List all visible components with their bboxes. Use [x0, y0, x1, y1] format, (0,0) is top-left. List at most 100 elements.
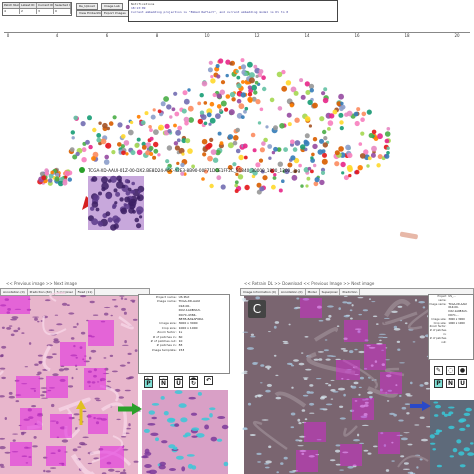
- embedding-point[interactable]: [371, 129, 377, 135]
- embedding-point[interactable]: [244, 184, 250, 191]
- embedding-point[interactable]: [235, 69, 239, 74]
- embedding-point[interactable]: [291, 174, 298, 181]
- predicted-patch[interactable]: [300, 298, 322, 318]
- embedding-point[interactable]: [386, 146, 390, 150]
- embedding-point[interactable]: [164, 123, 170, 129]
- embedding-point[interactable]: [303, 139, 308, 144]
- embedding-point[interactable]: [125, 124, 130, 130]
- embedding-point[interactable]: [259, 107, 264, 112]
- embedding-point[interactable]: [327, 127, 331, 131]
- embedding-point[interactable]: [271, 184, 276, 190]
- embedding-point[interactable]: [158, 124, 164, 131]
- embedding-point[interactable]: [209, 101, 215, 107]
- embedding-point[interactable]: [80, 121, 86, 127]
- predicted-patch[interactable]: [296, 450, 318, 472]
- embedding-point[interactable]: [184, 121, 189, 126]
- embedding-point[interactable]: [345, 144, 351, 151]
- embedding-point[interactable]: [240, 115, 245, 119]
- embedding-point[interactable]: [354, 120, 360, 127]
- embedding-point[interactable]: [236, 98, 242, 104]
- embedding-point[interactable]: [136, 149, 143, 156]
- embedding-point[interactable]: [273, 146, 278, 152]
- embedding-point[interactable]: [209, 117, 216, 124]
- embedding-point[interactable]: [292, 147, 298, 152]
- embedding-point[interactable]: [305, 184, 309, 188]
- embedding-point[interactable]: [310, 169, 314, 174]
- embedding-point[interactable]: [173, 91, 178, 96]
- embedding-point[interactable]: [160, 101, 166, 107]
- embedding-point[interactable]: [247, 92, 253, 97]
- embedding-point[interactable]: [183, 98, 190, 105]
- re-upload-button[interactable]: Re_Upload: [76, 3, 98, 10]
- embedding-point[interactable]: [227, 134, 234, 140]
- embedding-point[interactable]: [125, 152, 129, 156]
- embedding-point[interactable]: [108, 121, 114, 126]
- embedding-point[interactable]: [277, 161, 283, 167]
- embedding-point[interactable]: [88, 144, 93, 150]
- embedding-point[interactable]: [216, 175, 222, 181]
- embedding-point[interactable]: [273, 173, 277, 177]
- embedding-point[interactable]: [219, 141, 224, 146]
- embedding-point[interactable]: [62, 180, 68, 186]
- embedding-point[interactable]: [176, 138, 181, 143]
- embedding-point[interactable]: [244, 72, 248, 76]
- embedding-point[interactable]: [210, 75, 214, 79]
- embedding-point[interactable]: [367, 156, 372, 161]
- image-lab-button[interactable]: Image Lab: [101, 3, 123, 10]
- embedding-point[interactable]: [371, 145, 377, 152]
- embedding-point[interactable]: [39, 171, 45, 176]
- embedding-point[interactable]: [67, 177, 73, 182]
- embedding-point[interactable]: [100, 138, 107, 145]
- embedding-point[interactable]: [212, 92, 217, 98]
- embedding-point[interactable]: [149, 128, 153, 132]
- embedding-point[interactable]: [235, 148, 241, 154]
- embedding-point[interactable]: [320, 170, 326, 175]
- embedding-point[interactable]: [238, 103, 245, 110]
- embedding-point[interactable]: [71, 136, 75, 140]
- embedding-point[interactable]: [96, 133, 102, 138]
- embedding-point[interactable]: [111, 150, 116, 155]
- embedding-point[interactable]: [255, 99, 261, 105]
- embedding-point[interactable]: [257, 121, 262, 125]
- embedding-point[interactable]: [253, 64, 258, 69]
- embedding-point[interactable]: [242, 143, 248, 149]
- embedding-point[interactable]: [268, 156, 272, 160]
- embedding-point[interactable]: [229, 91, 236, 98]
- embedding-point[interactable]: [153, 141, 159, 148]
- embedding-point[interactable]: [201, 80, 208, 87]
- embedding-point[interactable]: [202, 152, 207, 157]
- embedding-point[interactable]: [300, 184, 304, 188]
- embedding-point[interactable]: [177, 125, 183, 131]
- embedding-point[interactable]: [70, 130, 76, 135]
- embedding-point[interactable]: [148, 145, 154, 151]
- embedding-point[interactable]: [258, 158, 264, 163]
- embedding-point[interactable]: [366, 164, 370, 168]
- predicted-patch[interactable]: [340, 444, 362, 466]
- embedding-point[interactable]: [174, 145, 180, 151]
- embedding-point[interactable]: [231, 97, 236, 102]
- embedding-point[interactable]: [207, 67, 213, 73]
- embedding-point[interactable]: [121, 134, 126, 139]
- embedding-point[interactable]: [129, 120, 134, 125]
- embedding-point[interactable]: [300, 144, 306, 150]
- predicted-patch[interactable]: [304, 422, 326, 442]
- embedding-points[interactable]: [37, 58, 391, 195]
- embedding-point[interactable]: [181, 108, 187, 114]
- pencil-icon[interactable]: ✎: [434, 366, 443, 375]
- embedding-point[interactable]: [347, 152, 353, 159]
- embedding-point[interactable]: [267, 144, 273, 149]
- embedding-point[interactable]: [384, 153, 390, 159]
- embedding-point[interactable]: [201, 177, 205, 181]
- embedding-point[interactable]: [203, 121, 208, 126]
- embedding-point[interactable]: [47, 178, 53, 183]
- embedding-point[interactable]: [304, 133, 310, 139]
- embedding-point[interactable]: [225, 94, 231, 99]
- annotated-patch[interactable]: [46, 376, 68, 398]
- embedding-point[interactable]: [185, 138, 191, 144]
- positive-label-button[interactable]: P: [434, 379, 443, 388]
- embedding-point[interactable]: [220, 100, 227, 107]
- embedding-point[interactable]: [376, 163, 381, 168]
- embedding-point[interactable]: [265, 125, 269, 129]
- embedding-point[interactable]: [338, 146, 344, 152]
- embedding-point[interactable]: [232, 140, 238, 146]
